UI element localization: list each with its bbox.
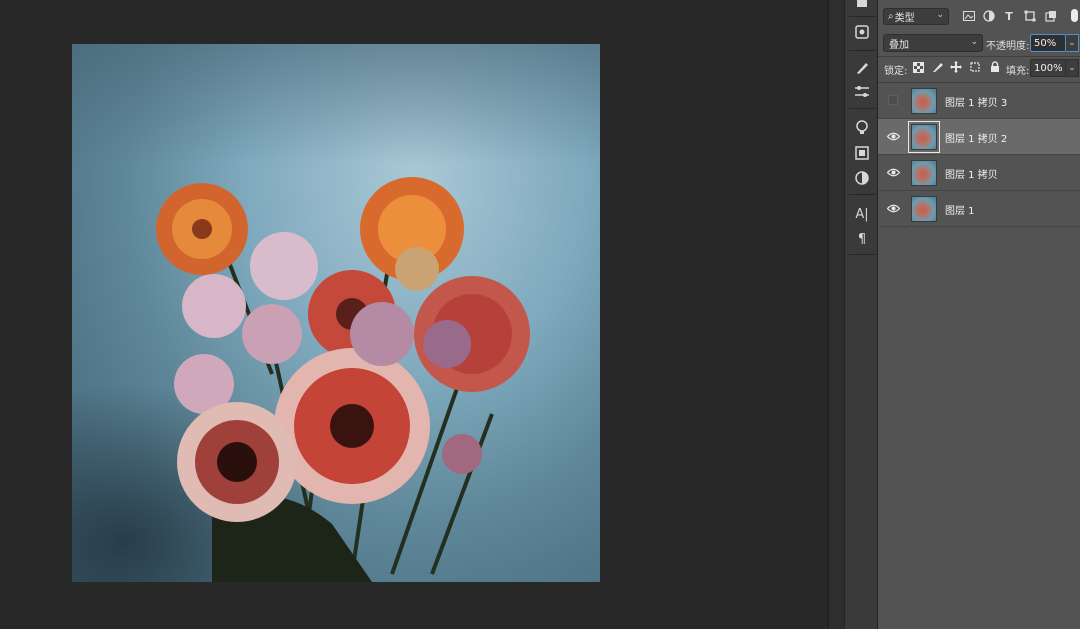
layer-row[interactable]: 图层 1 (878, 191, 1080, 227)
text-filter-icon[interactable]: T (1001, 8, 1017, 24)
strip-separator (849, 194, 875, 195)
red-flower-bottom-left (177, 402, 297, 522)
layer-filter-select[interactable]: ⌕ 类型 ⌄ (883, 8, 949, 25)
chevron-down-icon: ⌄ (1068, 38, 1076, 48)
layer-thumbnail (911, 160, 937, 186)
lock-label: 锁定: (884, 66, 908, 77)
chevron-down-icon: ⌄ (970, 37, 978, 47)
opacity-input[interactable]: 50% (1030, 34, 1066, 52)
strip-separator (849, 108, 875, 109)
shape-filter-icon[interactable] (1022, 8, 1038, 24)
adjustments-icon[interactable] (851, 82, 873, 102)
visibility-toggle-off[interactable] (888, 95, 898, 105)
fill-dropdown-button[interactable]: ⌄ (1066, 59, 1079, 77)
strip-separator (849, 16, 875, 17)
opacity-label: 不透明度: (986, 41, 1030, 52)
contrast-icon[interactable] (851, 168, 873, 188)
layer-thumbnail (908, 121, 940, 153)
search-icon: ⌕ (888, 11, 894, 22)
character-icon[interactable]: A| (851, 204, 873, 224)
orange-flower-right (360, 177, 464, 291)
chevron-down-icon: ⌄ (936, 10, 944, 20)
layer-thumbnail (911, 88, 937, 114)
layer-name: 图层 1 拷贝 2 (945, 134, 1008, 145)
opacity-dropdown-button[interactable]: ⌄ (1066, 34, 1079, 52)
lock-all-icon[interactable] (988, 60, 1002, 74)
fill-label: 填充: (1006, 66, 1030, 77)
layer-row[interactable]: 图层 1 拷贝 3 (878, 83, 1080, 119)
blend-mode-select[interactable]: 叠加 ⌄ (883, 34, 983, 52)
filter-toggle-icon[interactable] (1066, 8, 1080, 24)
adjustment-filter-icon[interactable] (981, 8, 997, 24)
panel-gutter (828, 0, 844, 629)
lock-position-icon[interactable] (949, 60, 963, 74)
libraries-icon[interactable] (851, 22, 873, 42)
layer-filter-value: 类型 (894, 13, 915, 24)
flower-artwork (156, 177, 530, 582)
lock-transparent-pixels-icon[interactable] (911, 60, 925, 74)
eye-icon[interactable] (886, 129, 900, 143)
image-filter-icon[interactable] (961, 8, 977, 24)
fill-input[interactable]: 100% (1030, 59, 1066, 77)
brush-icon[interactable] (851, 58, 873, 78)
panel-divider (878, 56, 1080, 57)
lightbulb-icon[interactable] (851, 118, 873, 138)
swatches-icon[interactable] (851, 143, 873, 163)
layer-row-selected[interactable]: 图层 1 拷贝 2 (878, 119, 1080, 155)
layer-row[interactable]: 图层 1 拷贝 (878, 155, 1080, 191)
layer-thumbnail (911, 196, 937, 222)
paragraph-icon[interactable]: ¶ (851, 229, 873, 249)
styles-icon[interactable] (851, 0, 873, 14)
layer-name: 图层 1 拷贝 3 (945, 98, 1008, 109)
canvas-workspace[interactable] (0, 0, 828, 629)
chevron-down-icon: ⌄ (1068, 63, 1076, 73)
smartobject-filter-icon[interactable] (1043, 8, 1059, 24)
strip-separator (849, 254, 875, 255)
eye-icon[interactable] (886, 201, 900, 215)
document-canvas[interactable] (72, 44, 600, 582)
layer-name: 图层 1 (945, 206, 975, 217)
layer-name: 图层 1 拷贝 (945, 170, 998, 181)
panel-icon-strip: A| ¶ (844, 0, 878, 629)
lock-image-pixels-icon[interactable] (931, 60, 945, 74)
lock-artboard-icon[interactable] (968, 60, 982, 74)
eye-icon[interactable] (886, 165, 900, 179)
layers-panel: ⌕ 类型 ⌄ T 叠加 ⌄ 不透明度: 50% ⌄ 锁定: 填充: 100% ⌄ (878, 0, 1080, 629)
red-flower-right (414, 276, 530, 392)
strip-separator (849, 50, 875, 51)
orange-flower-left (156, 183, 248, 275)
red-flower-big (274, 348, 430, 504)
blend-mode-value: 叠加 (889, 39, 909, 51)
